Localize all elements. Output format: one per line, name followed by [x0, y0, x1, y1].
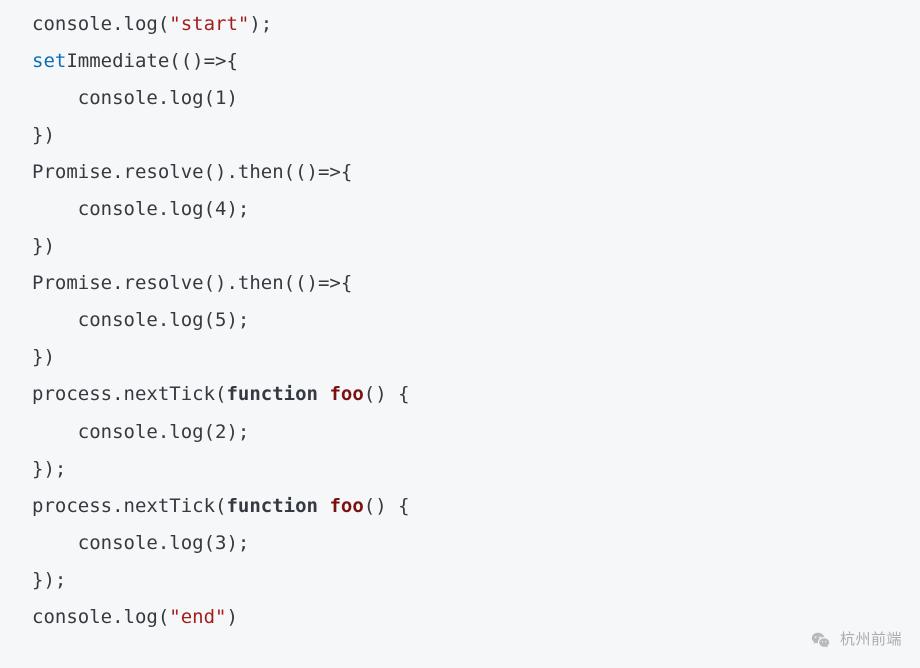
- code-token: 4: [215, 198, 226, 220]
- code-token: 2: [215, 421, 226, 443]
- code-token: console.log(: [32, 87, 215, 109]
- code-token: 1: [215, 87, 226, 109]
- code-token: console.log(: [32, 532, 215, 554]
- code-block: console.log("start"); setImmediate(()=>{…: [32, 6, 920, 636]
- code-token: "start": [169, 13, 249, 35]
- code-token: 3: [215, 532, 226, 554]
- code-token: function: [226, 383, 318, 405]
- code-token: Promise.resolve().then(()=>{: [32, 161, 352, 183]
- code-token: function: [226, 495, 318, 517]
- code-token: console.log(: [32, 421, 215, 443]
- code-token: }): [32, 124, 55, 146]
- code-token: Promise.resolve().then(()=>{: [32, 272, 352, 294]
- code-token: );: [226, 309, 249, 331]
- wechat-icon: [810, 628, 832, 650]
- code-token: ): [226, 87, 237, 109]
- code-token: });: [32, 569, 66, 591]
- code-token: );: [249, 13, 272, 35]
- code-token: 5: [215, 309, 226, 331]
- code-token: "end": [169, 606, 226, 628]
- code-token: [318, 383, 329, 405]
- code-token: ): [226, 606, 237, 628]
- code-token: );: [226, 198, 249, 220]
- code-token: console.log(: [32, 606, 169, 628]
- code-token: () {: [364, 495, 410, 517]
- code-token: }): [32, 346, 55, 368]
- code-token: });: [32, 458, 66, 480]
- code-token: );: [226, 532, 249, 554]
- code-token: console.log(: [32, 13, 169, 35]
- code-token: }): [32, 235, 55, 257]
- watermark-label: 杭州前端: [840, 625, 902, 654]
- code-token: process.nextTick(: [32, 383, 226, 405]
- code-token: console.log(: [32, 309, 215, 331]
- code-token: );: [226, 421, 249, 443]
- watermark: 杭州前端: [810, 625, 902, 654]
- code-token: foo: [329, 495, 363, 517]
- code-token: () {: [364, 383, 410, 405]
- code-token: foo: [329, 383, 363, 405]
- code-token: Immediate(()=>{: [66, 50, 238, 72]
- code-token: console.log(: [32, 198, 215, 220]
- code-token: [318, 495, 329, 517]
- code-token: set: [32, 50, 66, 72]
- code-token: process.nextTick(: [32, 495, 226, 517]
